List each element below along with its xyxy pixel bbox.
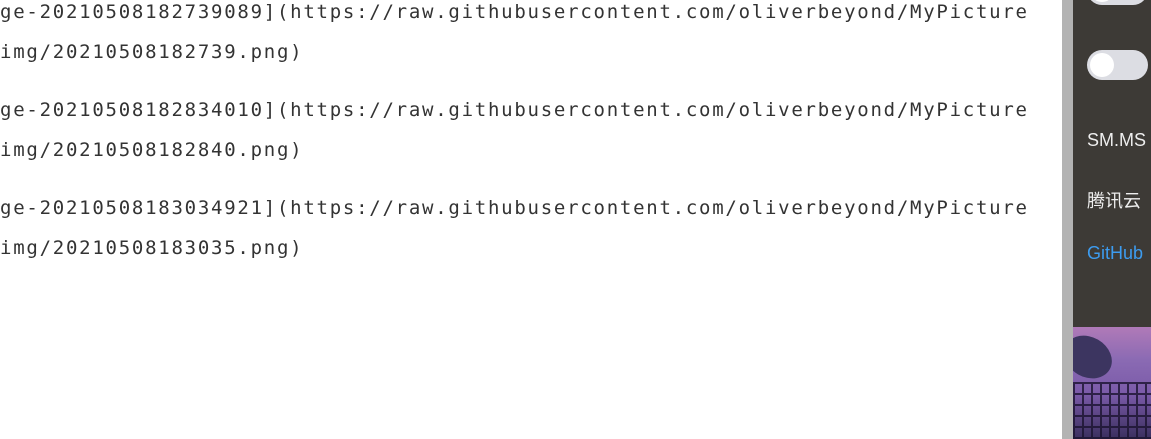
editor-line: ge-20210508182834010](https://raw.github…	[0, 99, 1029, 121]
option-tencent-cloud[interactable]: 腾讯云	[1087, 187, 1141, 213]
toggle-knob	[1090, 0, 1114, 2]
option-smms[interactable]: SM.MS	[1087, 130, 1146, 151]
toggle-knob	[1090, 53, 1114, 77]
editor-line: img/20210508182739.png)	[0, 41, 304, 63]
image-detail	[1073, 327, 1120, 387]
background-image	[1073, 327, 1151, 439]
editor-line: ge-20210508183034921](https://raw.github…	[0, 197, 1029, 219]
toggle-switch[interactable]	[1087, 50, 1148, 80]
option-github[interactable]: GitHub	[1087, 243, 1143, 264]
editor-scrollbar[interactable]	[1062, 0, 1073, 439]
editor-line: ge-20210508182739089](https://raw.github…	[0, 1, 1029, 23]
editor-line: img/20210508182840.png)	[0, 139, 304, 161]
toggle-switch[interactable]	[1087, 0, 1148, 5]
editor-line: img/20210508183035.png)	[0, 237, 304, 259]
markdown-editor[interactable]: ge-20210508182739089](https://raw.github…	[0, 0, 1062, 439]
image-detail	[1073, 382, 1151, 439]
image-upload-settings-panel: SM.MS 腾讯云 GitHub	[1073, 0, 1151, 439]
